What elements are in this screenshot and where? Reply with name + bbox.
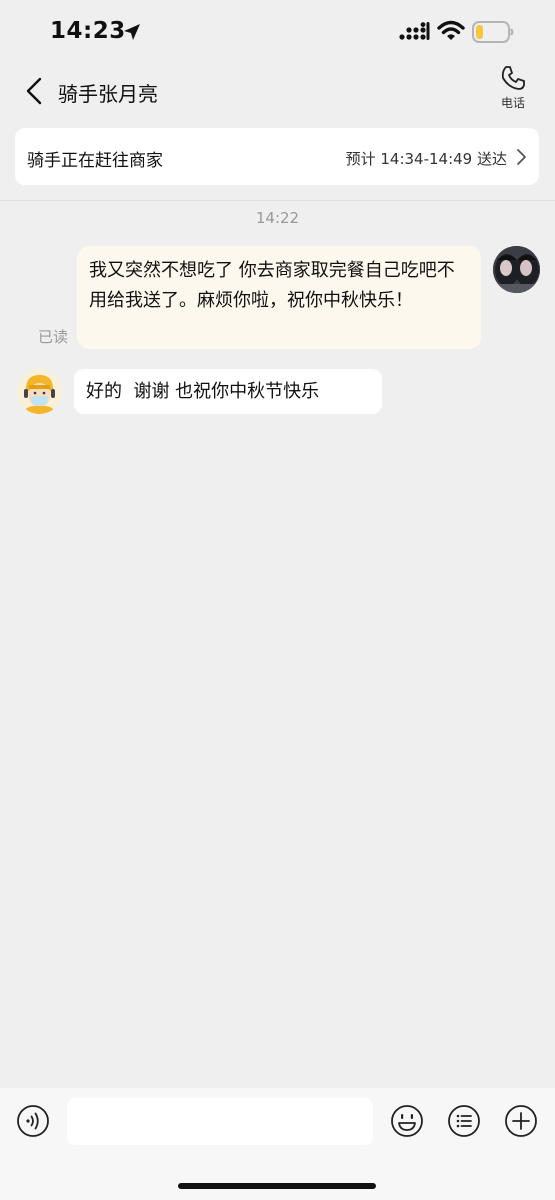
my-message-bubble[interactable]: 我又突然不想吃了 你去商家取完餐自己吃吧不用给我送了。麻烦你啦，祝你中秋快乐！: [77, 246, 481, 349]
quick-reply-list-icon[interactable]: [447, 1104, 481, 1138]
chevron-right-icon: [517, 149, 526, 165]
back-chevron-icon[interactable]: [22, 76, 46, 106]
my-avatar[interactable]: [493, 246, 540, 293]
home-indicator[interactable]: [178, 1183, 376, 1189]
location-arrow-icon: [124, 24, 140, 40]
call-button[interactable]: 电话: [493, 64, 533, 114]
page-title: 骑手张月亮: [58, 82, 158, 106]
chat-screen: 14:23 骑手张月亮 电话 骑手正在赶往商家 预计 14:34-14:49 送…: [0, 0, 555, 1200]
read-receipt: 已读: [38, 328, 69, 346]
delivery-eta: 预计 14:34-14:49 送达: [345, 150, 507, 168]
delivery-status-text: 骑手正在赶往商家: [27, 151, 163, 171]
rider-message-bubble[interactable]: 好的 谢谢 也祝你中秋节快乐: [74, 369, 382, 414]
message-input[interactable]: [67, 1098, 373, 1145]
delivery-status-card[interactable]: 骑手正在赶往商家 预计 14:34-14:49 送达: [15, 128, 539, 185]
phone-icon: [501, 66, 525, 90]
wifi-icon: [437, 20, 465, 40]
plus-icon[interactable]: [504, 1104, 538, 1138]
voice-input-icon[interactable]: [16, 1104, 50, 1138]
call-button-label: 电话: [500, 96, 525, 110]
rider-avatar-illustration: [17, 369, 62, 414]
chat-timestamp: 14:22: [255, 209, 300, 227]
rider-avatar[interactable]: [17, 369, 62, 414]
status-bar: 14:23: [0, 0, 555, 66]
cellular-signal-icon: [399, 22, 430, 40]
chat-header: 骑手张月亮 电话: [0, 66, 555, 116]
emoji-icon[interactable]: [390, 1104, 424, 1138]
header-divider: [0, 200, 555, 201]
battery-icon: [472, 21, 514, 43]
user-avatar-photo: [493, 246, 540, 293]
status-time: 14:23: [50, 18, 126, 44]
